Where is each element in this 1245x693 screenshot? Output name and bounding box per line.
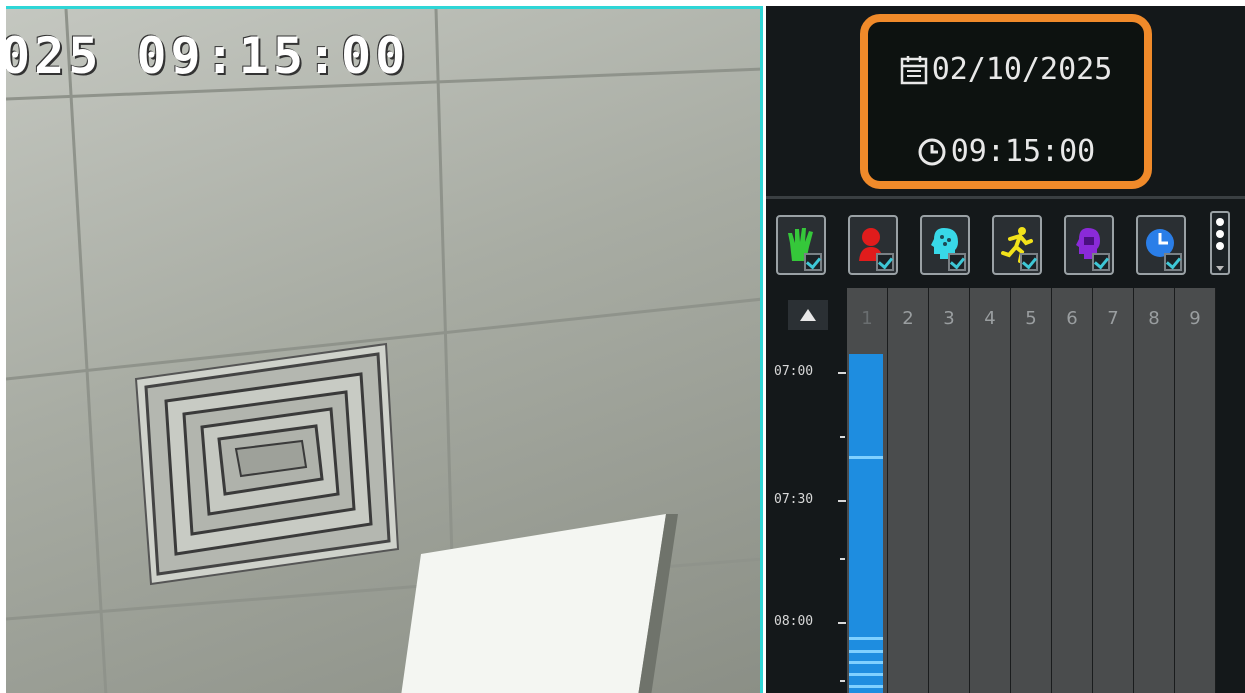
channel-column[interactable]: 5: [1011, 288, 1052, 693]
ceiling-scene: [6, 9, 760, 693]
channel-column[interactable]: 6: [1052, 288, 1093, 693]
time-tick-label: 07:30: [774, 492, 814, 507]
date-row[interactable]: 02/10/2025: [868, 52, 1144, 87]
channel-column[interactable]: 9: [1175, 288, 1216, 693]
scroll-up-button[interactable]: [788, 300, 828, 330]
filter-running[interactable]: [992, 215, 1042, 275]
filter-schedule[interactable]: [1136, 215, 1186, 275]
clock-icon: [918, 138, 946, 165]
recording-marker: [849, 661, 883, 664]
minor-tick: [840, 558, 845, 560]
major-tick: [838, 372, 846, 374]
camera-video-view[interactable]: 025 09:15:00: [6, 6, 763, 693]
playback-side-panel: 02/10/2025 09:15:00 1 2 3 4 5 6 7 8 9 07…: [766, 6, 1245, 693]
filter-face[interactable]: [920, 215, 970, 275]
recording-marker: [849, 456, 883, 459]
filter-person[interactable]: [848, 215, 898, 275]
channel-label: 3: [943, 308, 955, 329]
time-tick-label: 08:00: [774, 614, 814, 629]
date-value: 02/10/2025: [931, 52, 1113, 87]
channel-label: 4: [984, 308, 996, 329]
recording-marker: [849, 685, 883, 688]
recording-marker: [849, 673, 883, 676]
channel-label: 9: [1189, 308, 1201, 329]
channel-label: 2: [902, 308, 914, 329]
filter-checkbox[interactable]: [1020, 253, 1038, 271]
channel-label: 8: [1148, 308, 1160, 329]
minor-tick: [840, 436, 845, 438]
filter-checkbox[interactable]: [1164, 253, 1182, 271]
time-value: 09:15:00: [950, 134, 1096, 169]
more-filters-button[interactable]: [1210, 211, 1230, 275]
channel-column[interactable]: 2: [888, 288, 929, 693]
event-filter-bar: [772, 211, 1237, 279]
recording-marker: [849, 650, 883, 653]
major-tick: [838, 500, 846, 502]
datetime-display[interactable]: 02/10/2025 09:15:00: [860, 14, 1152, 189]
channel-label: 6: [1066, 308, 1078, 329]
divider: [766, 196, 1245, 199]
filter-checkbox[interactable]: [804, 253, 822, 271]
channel-column[interactable]: 8: [1134, 288, 1175, 693]
ceiling-light: [401, 514, 666, 693]
channel-column[interactable]: 3: [929, 288, 970, 693]
major-tick: [838, 622, 846, 624]
recording-marker: [849, 637, 883, 640]
osd-timestamp: 025 09:15:00: [6, 27, 410, 85]
filter-motion[interactable]: [776, 215, 826, 275]
channel-label: 5: [1025, 308, 1037, 329]
filter-face-attr[interactable]: [1064, 215, 1114, 275]
filter-checkbox[interactable]: [948, 253, 966, 271]
time-row[interactable]: 09:15:00: [868, 134, 1144, 169]
channel-column[interactable]: 7: [1093, 288, 1134, 693]
channel-label: 7: [1107, 308, 1119, 329]
minor-tick: [840, 680, 845, 682]
filter-checkbox[interactable]: [1092, 253, 1110, 271]
recording-timeline[interactable]: 1 2 3 4 5 6 7 8 9 07:00 07:30 08:00: [766, 288, 1245, 693]
time-tick-label: 07:00: [774, 364, 814, 379]
air-vent: [134, 342, 400, 586]
calendar-icon: [900, 55, 927, 84]
channel-column[interactable]: 4: [970, 288, 1011, 693]
channel-label: 1: [861, 308, 873, 329]
filter-checkbox[interactable]: [876, 253, 894, 271]
recording-bar[interactable]: [849, 354, 883, 693]
